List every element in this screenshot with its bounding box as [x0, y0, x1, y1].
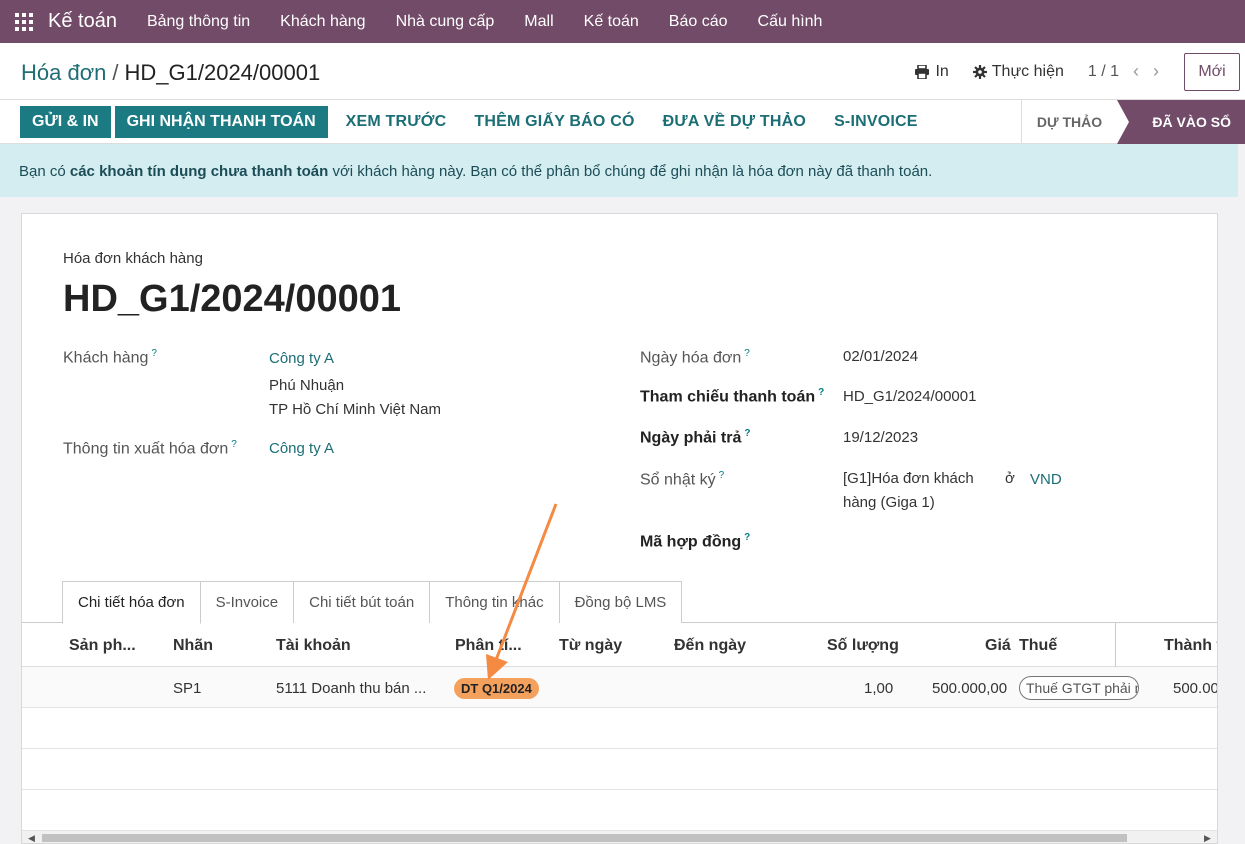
help-icon[interactable]: ? — [231, 439, 237, 450]
print-label: In — [935, 62, 949, 80]
tab-lms-sync[interactable]: Đồng bộ LMS — [558, 581, 683, 623]
scroll-right-icon[interactable]: ▶ — [1204, 833, 1211, 843]
action-menu-label: Thực hiện — [991, 62, 1064, 80]
cell-price[interactable]: 500.000,00 — [932, 680, 1007, 697]
currency-field[interactable]: VND — [1030, 471, 1062, 488]
column-from-date[interactable]: Từ ngày — [559, 637, 622, 655]
tab-journal-items[interactable]: Chi tiết bút toán — [293, 581, 431, 623]
empty-row — [22, 749, 1217, 790]
column-to-date[interactable]: Đến ngày — [674, 637, 746, 655]
table-row[interactable]: SP1 5111 Doanh thu bán ... DT Q1/2024 1,… — [22, 667, 1218, 708]
empty-row — [22, 708, 1217, 749]
due-date-field[interactable]: 19/12/2023 — [843, 429, 918, 446]
contract-code-label: Mã hợp đồng? — [640, 532, 751, 551]
tax-tag[interactable]: Thuế GTGT phải nộp — [1019, 676, 1139, 700]
column-quantity[interactable]: Số lượng — [827, 637, 899, 655]
nav-item-customers[interactable]: Khách hàng — [280, 13, 365, 31]
payment-reference-label: Tham chiếu thanh toán? — [640, 387, 825, 406]
tab-s-invoice[interactable]: S-Invoice — [199, 581, 295, 623]
alert-prefix: Bạn có — [19, 163, 66, 180]
control-panel: Hóa đơn / HD_G1/2024/00001 In Thực hiện 1 … — [0, 43, 1245, 100]
apps-menu-icon[interactable] — [15, 12, 33, 31]
help-icon[interactable]: ? — [744, 348, 750, 359]
horizontal-scrollbar[interactable]: ◀ ▶ — [22, 831, 1217, 843]
journal-in-text: ở — [1005, 470, 1015, 487]
stage-posted[interactable]: ĐÃ VÀO SỔ — [1117, 100, 1245, 144]
credit-alert: Bạn có các khoản tín dụng chưa thanh toá… — [0, 144, 1238, 197]
column-subtotal[interactable]: Thành t — [1164, 637, 1217, 655]
customer-label: Khách hàng? — [63, 348, 157, 367]
cell-subtotal: 500.00 — [1173, 680, 1218, 697]
cell-quantity[interactable]: 1,00 — [864, 680, 893, 697]
invoice-info-field[interactable]: Công ty A — [269, 440, 334, 457]
journal-label: Sổ nhật ký? — [640, 470, 725, 489]
nav-item-reports[interactable]: Báo cáo — [669, 13, 728, 31]
stage-draft[interactable]: DỰ THẢO — [1021, 100, 1117, 144]
breadcrumb-current: HD_G1/2024/00001 — [124, 60, 321, 85]
document-type: Hóa đơn khách hàng — [63, 250, 203, 267]
column-label[interactable]: Nhãn — [173, 637, 213, 655]
s-invoice-button[interactable]: S-INVOICE — [820, 106, 932, 138]
action-menu-button[interactable]: Thực hiện — [972, 62, 1064, 81]
nav-item-vendors[interactable]: Nhà cung cấp — [396, 13, 495, 31]
invoice-lines-header: Sản ph... Nhãn Tài khoản Phân tí... Từ n… — [22, 623, 1217, 667]
invoice-date-label: Ngày hóa đơn? — [640, 348, 750, 367]
column-price[interactable]: Giá — [985, 637, 1011, 655]
analytic-tag[interactable]: DT Q1/2024 — [454, 678, 539, 699]
gear-icon — [972, 64, 987, 79]
help-icon[interactable]: ? — [744, 532, 750, 543]
column-tax[interactable]: Thuế — [1019, 637, 1057, 655]
column-product[interactable]: Sản ph... — [69, 637, 136, 655]
top-navbar: Kế toán Bảng thông tin Khách hàng Nhà cu… — [0, 0, 1245, 43]
form-sheet: Hóa đơn khách hàng HD_G1/2024/00001 Khác… — [21, 213, 1218, 844]
invoice-date-field[interactable]: 02/01/2024 — [843, 348, 918, 365]
journal-field-line2: hàng (Giga 1) — [843, 494, 935, 511]
pager-next-icon[interactable]: › — [1153, 61, 1159, 82]
send-print-button[interactable]: GỬI & IN — [20, 106, 111, 138]
register-payment-button[interactable]: GHI NHẬN THANH TOÁN — [114, 106, 328, 138]
due-date-label: Ngày phải trả? — [640, 428, 751, 447]
status-bar: GỬI & IN GHI NHẬN THANH TOÁN XEM TRƯỚC T… — [0, 100, 1245, 144]
empty-row — [22, 790, 1217, 831]
printer-icon — [915, 64, 930, 79]
nav-item-accounting[interactable]: Kế toán — [584, 13, 639, 31]
preview-button[interactable]: XEM TRƯỚC — [332, 106, 461, 138]
help-icon[interactable]: ? — [719, 470, 725, 481]
nav-item-configuration[interactable]: Cấu hình — [758, 13, 823, 31]
new-button[interactable]: Mới — [1184, 52, 1240, 91]
customer-address-line1: Phú Nhuận — [269, 377, 345, 394]
nav-item-mall[interactable]: Mall — [524, 13, 553, 31]
notebook-tabs: Chi tiết hóa đơn S-Invoice Chi tiết bút … — [62, 581, 683, 624]
cell-label[interactable]: SP1 — [173, 680, 201, 697]
column-analytic[interactable]: Phân tí... — [455, 637, 522, 655]
reset-to-draft-button[interactable]: ĐƯA VỀ DỰ THẢO — [649, 106, 820, 138]
help-icon[interactable]: ? — [818, 387, 824, 398]
pager-value[interactable]: 1 / 1 — [1088, 63, 1119, 81]
scroll-left-icon[interactable]: ◀ — [28, 833, 35, 843]
column-account[interactable]: Tài khoản — [276, 637, 351, 655]
customer-address-line2: TP Hồ Chí Minh Việt Nam — [269, 401, 442, 418]
journal-field-line1[interactable]: [G1]Hóa đơn khách — [843, 470, 974, 487]
tab-invoice-lines[interactable]: Chi tiết hóa đơn — [62, 581, 201, 624]
document-name: HD_G1/2024/00001 — [63, 278, 402, 320]
breadcrumb-invoices-link[interactable]: Hóa đơn — [21, 60, 106, 85]
app-brand[interactable]: Kế toán — [48, 10, 117, 33]
alert-outstanding-credits-link[interactable]: các khoản tín dụng chưa thanh toán — [70, 163, 328, 180]
pager-previous-icon[interactable]: ‹ — [1133, 61, 1139, 82]
add-credit-note-button[interactable]: THÊM GIẤY BÁO CÓ — [460, 106, 648, 138]
help-icon[interactable]: ? — [151, 348, 157, 359]
nav-item-dashboard[interactable]: Bảng thông tin — [147, 13, 250, 31]
help-icon[interactable]: ? — [744, 428, 750, 439]
cell-account[interactable]: 5111 Doanh thu bán ... — [276, 680, 426, 697]
customer-field[interactable]: Công ty A — [269, 350, 334, 367]
scrollbar-thumb[interactable] — [42, 834, 1127, 842]
breadcrumb: Hóa đơn / HD_G1/2024/00001 — [21, 60, 320, 86]
payment-reference-field[interactable]: HD_G1/2024/00001 — [843, 388, 976, 405]
breadcrumb-separator: / — [112, 60, 119, 85]
print-button[interactable]: In — [914, 62, 949, 81]
alert-suffix: với khách hàng này. Bạn có thể phân bổ c… — [332, 163, 933, 180]
invoice-info-label: Thông tin xuất hóa đơn? — [63, 439, 237, 458]
tab-other-info[interactable]: Thông tin khác — [429, 581, 560, 623]
